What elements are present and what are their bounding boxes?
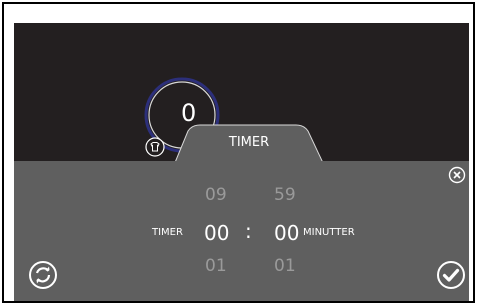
minutes-prev[interactable]: 59	[274, 185, 296, 205]
close-icon[interactable]	[448, 166, 466, 184]
minutes-next[interactable]: 01	[274, 256, 296, 276]
minutes-unit-label: MINUTTER	[303, 227, 355, 238]
reset-icon[interactable]	[27, 259, 59, 291]
hours-prev[interactable]: 09	[205, 185, 227, 205]
timer-tab[interactable]: TIMER	[174, 135, 324, 150]
timer-label: TIMER	[152, 227, 183, 238]
minutes-value[interactable]: 00	[274, 221, 299, 245]
hours-next[interactable]: 01	[205, 256, 227, 276]
timer-panel	[14, 161, 469, 301]
hours-value[interactable]: 00	[204, 221, 229, 245]
confirm-icon[interactable]	[435, 259, 467, 291]
oven-screen: 0 TIMER 09 59 TIMER 00 : 00 MINUTTER 01 …	[14, 23, 469, 301]
device-frame: 0 TIMER 09 59 TIMER 00 : 00 MINUTTER 01 …	[2, 2, 475, 303]
shirt-icon[interactable]	[145, 137, 165, 157]
time-separator: :	[245, 219, 252, 243]
